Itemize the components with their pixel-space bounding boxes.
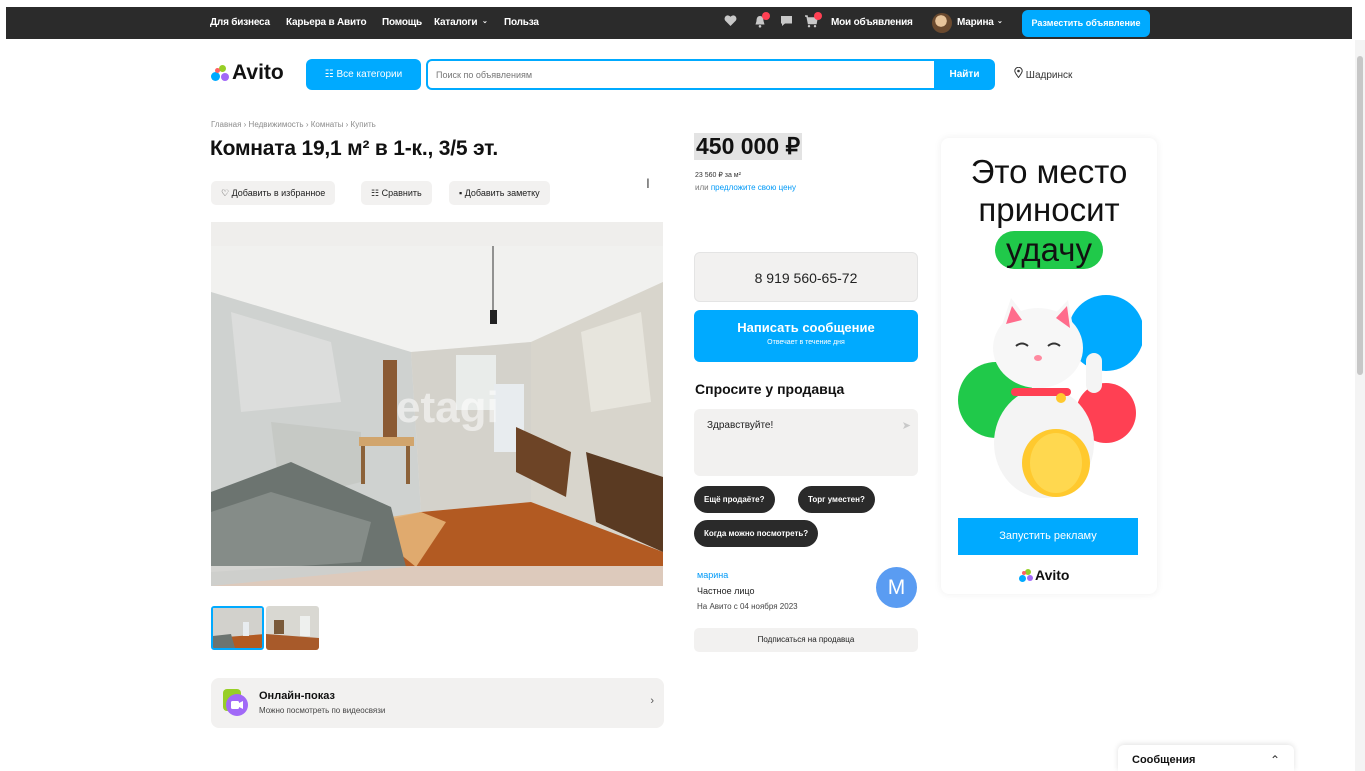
chevron-right-icon: › bbox=[650, 695, 654, 707]
write-message-label: Написать сообщение bbox=[737, 320, 875, 335]
avatar[interactable] bbox=[932, 13, 952, 33]
logo-text: Avito bbox=[232, 61, 284, 84]
note-label: Добавить заметку bbox=[464, 188, 540, 198]
messages-label: Сообщения bbox=[1132, 754, 1196, 766]
offer-price-line: или предложите свою цену bbox=[695, 183, 796, 192]
all-categories-button[interactable]: ☷ Все категории bbox=[306, 59, 421, 90]
photo-thumbnail-1[interactable] bbox=[211, 606, 264, 650]
grid-search-icon: ☷ bbox=[324, 69, 337, 80]
text-cursor-icon: I bbox=[646, 175, 650, 191]
quick-question-chip[interactable]: Ещё продаёте? bbox=[694, 486, 775, 513]
ad-logo-text: Avito bbox=[1035, 567, 1070, 583]
messages-panel[interactable]: Сообщения ⌃ bbox=[1118, 745, 1294, 771]
add-note-button[interactable]: ▪ Добавить заметку bbox=[449, 181, 550, 205]
heart-icon[interactable] bbox=[723, 15, 737, 29]
topbar-link-business[interactable]: Для бизнеса bbox=[210, 17, 270, 28]
topbar-link-catalogs[interactable]: Каталоги bbox=[434, 17, 477, 28]
ask-seller-text: Здравствуйте! bbox=[707, 420, 774, 431]
city-label: Шадринск bbox=[1025, 70, 1073, 81]
topbar-link-career[interactable]: Карьера в Авито bbox=[286, 17, 367, 28]
lucky-cat-illustration bbox=[958, 295, 1142, 498]
quick-question-chip[interactable]: Когда можно посмотреть? bbox=[694, 520, 819, 547]
compare-icon: ☷ bbox=[371, 188, 382, 198]
online-viewing-card[interactable]: Онлайн-показ Можно посмотреть по видеосв… bbox=[211, 678, 664, 728]
avito-logo-dots-icon bbox=[1019, 568, 1033, 582]
topbar-link-help[interactable]: Помощь bbox=[382, 17, 422, 28]
location-selector[interactable]: Шадринск bbox=[1014, 66, 1073, 81]
search-input[interactable] bbox=[426, 59, 935, 90]
page-title: Комната 19,1 м² в 1-к., 3/5 эт. bbox=[210, 137, 498, 160]
cart-badge bbox=[814, 12, 822, 20]
ad-highlight-word: удачу bbox=[995, 231, 1103, 269]
ad-headline-1: Это место bbox=[970, 153, 1128, 190]
top-bar: Для бизнеса Карьера в Авито Помощь Катал… bbox=[6, 7, 1352, 39]
send-icon[interactable]: ➤ bbox=[902, 419, 911, 432]
offer-price-link[interactable]: предложите свою цену bbox=[711, 183, 796, 192]
add-to-favorites-button[interactable]: ♡ Добавить в избранное bbox=[211, 181, 336, 205]
ad-headline-2: приносит bbox=[978, 191, 1120, 228]
user-menu[interactable]: Марина bbox=[957, 17, 994, 28]
offer-prefix: или bbox=[695, 183, 709, 192]
compare-label: Сравнить bbox=[381, 188, 422, 198]
subscribe-seller-button[interactable]: Подписаться на продавца bbox=[694, 628, 918, 652]
photo-watermark: etagi bbox=[396, 383, 499, 432]
favorites-label: Добавить в избранное bbox=[231, 188, 326, 198]
heart-outline-icon: ♡ bbox=[221, 188, 232, 198]
chat-icon[interactable] bbox=[779, 15, 793, 29]
ask-seller-input[interactable]: Здравствуйте! ➤ bbox=[694, 409, 918, 476]
write-message-button[interactable]: Написать сообщение Отвечает в течение дн… bbox=[694, 310, 918, 362]
photo-thumbnail-2[interactable] bbox=[266, 606, 319, 650]
ad-avito-logo: Avito bbox=[1019, 567, 1069, 583]
video-call-icon bbox=[223, 689, 248, 716]
search-button[interactable]: Найти bbox=[934, 59, 995, 90]
my-ads-link[interactable]: Мои объявления bbox=[831, 17, 913, 28]
seller-name-link[interactable]: марина bbox=[697, 570, 728, 580]
topbar-link-benefit[interactable]: Польза bbox=[504, 17, 539, 28]
phone-number-button[interactable]: 8 919 560-65-72 bbox=[694, 252, 918, 302]
response-time-label: Отвечает в течение дня bbox=[767, 339, 845, 346]
launch-ad-button[interactable]: Запустить рекламу bbox=[958, 518, 1138, 555]
breadcrumb[interactable]: Главная › Недвижимость › Комнаты › Купит… bbox=[211, 120, 376, 129]
ask-seller-title: Спросите у продавца bbox=[695, 381, 845, 397]
avito-logo[interactable]: Avito bbox=[211, 61, 284, 85]
seller-type: Частное лицо bbox=[697, 586, 755, 596]
online-viewing-title: Онлайн-показ bbox=[259, 690, 335, 702]
chevron-down-icon: ⌄ bbox=[997, 18, 1003, 25]
notification-dot bbox=[762, 12, 770, 20]
chevron-down-icon: ⌄ bbox=[482, 18, 488, 25]
location-pin-icon bbox=[1014, 66, 1026, 81]
quick-question-chip[interactable]: Торг уместен? bbox=[798, 486, 875, 513]
scrollbar-thumb[interactable] bbox=[1357, 56, 1363, 375]
chevron-up-icon[interactable]: ⌃ bbox=[1270, 753, 1280, 767]
compare-button[interactable]: ☷ Сравнить bbox=[361, 181, 432, 205]
avito-logo-dots-icon bbox=[211, 65, 229, 81]
seller-since: На Авито с 04 ноября 2023 bbox=[697, 602, 798, 611]
price: 450 000 ₽ bbox=[694, 133, 803, 160]
online-viewing-subtitle: Можно посмотреть по видеосвязи bbox=[259, 706, 386, 715]
seller-avatar[interactable]: М bbox=[876, 567, 917, 608]
post-ad-button[interactable]: Разместить объявление bbox=[1022, 10, 1150, 37]
ad-headline-3-wrap: удачу bbox=[941, 231, 1157, 269]
ad-banner[interactable]: Это место приносит удачу Запустить рекла bbox=[941, 138, 1157, 594]
price-per-m2: 23 560 ₽ за м² bbox=[695, 172, 741, 179]
page: Для бизнеса Карьера в Авито Помощь Катал… bbox=[0, 0, 1365, 771]
listing-photo[interactable]: etagi bbox=[211, 222, 663, 586]
all-categories-label: Все категории bbox=[336, 69, 403, 80]
